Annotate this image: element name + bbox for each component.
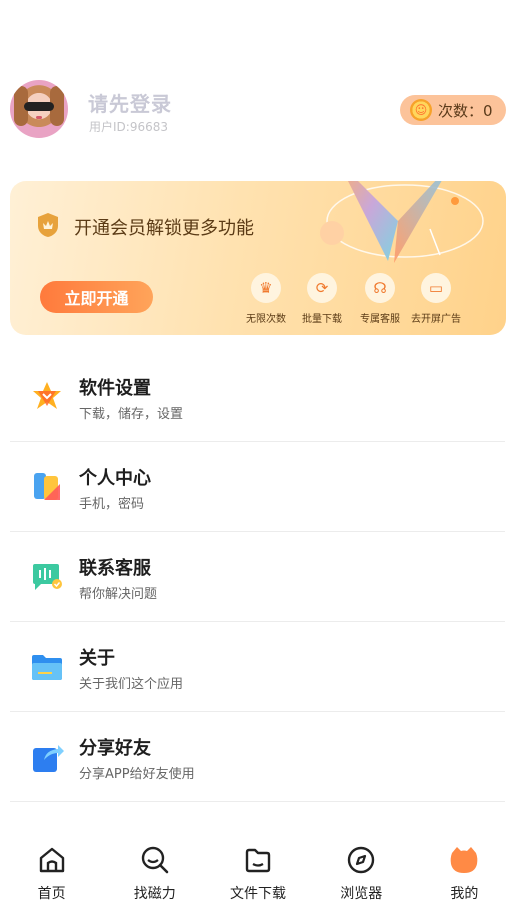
perk-label: 批量下载 [302,314,342,325]
menu-item-settings[interactable]: 软件设置 下载，储存，设置 [10,352,505,442]
tab-find-magnet[interactable]: 找磁力 [103,845,206,908]
cat-profile-icon [451,847,478,873]
menu-title: 个人中心 [79,468,151,489]
tab-file-download[interactable]: 文件下载 [206,845,309,908]
refresh-icon: ⟳ [307,273,337,303]
tab-label: 文件下载 [230,886,286,902]
crown-icon: ♛ [251,273,281,303]
share-icon [33,745,64,772]
menu-title: 分享好友 [79,738,151,759]
home-icon [39,847,64,873]
search-icon [141,846,169,874]
menu-subtitle: 分享APP给好友使用 [79,767,195,782]
menu-title: 关于 [79,648,115,669]
profile-card-icon [34,473,60,500]
vip-card[interactable]: 开通会员解锁更多功能 立即开通 ♛ 无限次数 ⟳ 批量下载 ☊ 专属客服 ▭ 去… [10,181,506,335]
screen-icon: ▭ [421,273,451,303]
tab-label: 首页 [37,886,66,902]
settings-star-icon [33,382,61,409]
perk-no-splash-ads[interactable]: ▭ 去开屏广告 [406,273,466,325]
menu-subtitle: 下载，储存，设置 [79,407,184,422]
perk-label: 去开屏广告 [411,314,461,325]
menu-item-profile[interactable]: 个人中心 手机，密码 [10,442,505,532]
menu-list: 软件设置 下载，储存，设置 个人中心 手机，密码 联系客服 帮你解决问题 关于 … [10,352,505,802]
perk-unlimited[interactable]: ♛ 无限次数 [236,273,296,325]
chat-icon [33,564,62,590]
tab-label: 浏览器 [340,886,383,902]
menu-item-customer-service[interactable]: 联系客服 帮你解决问题 [10,532,505,622]
profile-header[interactable]: 请先登录 用户ID:96683 ☺ 次数：0 [10,80,506,140]
vip-shield-icon [38,213,58,237]
menu-title: 联系客服 [79,558,151,579]
menu-title: 软件设置 [79,378,151,399]
bottom-tab-bar: 首页 找磁力 文件下载 浏览器 我的 [0,845,516,908]
login-prompt[interactable]: 请先登录 [88,88,172,117]
avatar-mouth [36,116,42,119]
count-text: 次数：0 [438,101,493,120]
tab-label: 我的 [450,886,479,902]
headset-icon: ☊ [365,273,395,303]
perk-exclusive-service[interactable]: ☊ 专属客服 [350,273,410,325]
compass-icon [348,846,375,874]
count-badge[interactable]: ☺ 次数：0 [400,95,506,125]
user-id: 用户ID:96683 [89,120,168,134]
folder-icon [32,655,62,680]
folder-icon [245,848,271,873]
vip-title: 开通会员解锁更多功能 [74,218,254,239]
menu-item-about[interactable]: 关于 关于我们这个应用 [10,622,505,712]
tab-home[interactable]: 首页 [0,845,103,908]
perk-label: 无限次数 [246,314,286,325]
tab-browser[interactable]: 浏览器 [310,845,413,908]
perk-label: 专属客服 [360,314,400,325]
menu-subtitle: 帮你解决问题 [79,587,158,602]
menu-subtitle: 手机，密码 [79,497,145,512]
menu-subtitle: 关于我们这个应用 [79,677,184,692]
open-vip-button[interactable]: 立即开通 [40,281,153,313]
menu-item-share[interactable]: 分享好友 分享APP给好友使用 [10,712,505,802]
avatar-glasses [24,102,54,111]
coin-icon: ☺ [410,99,432,121]
avatar[interactable] [10,80,68,138]
tab-label: 找磁力 [133,886,176,902]
tab-mine[interactable]: 我的 [413,845,516,908]
perk-batch-download[interactable]: ⟳ 批量下载 [292,273,352,325]
